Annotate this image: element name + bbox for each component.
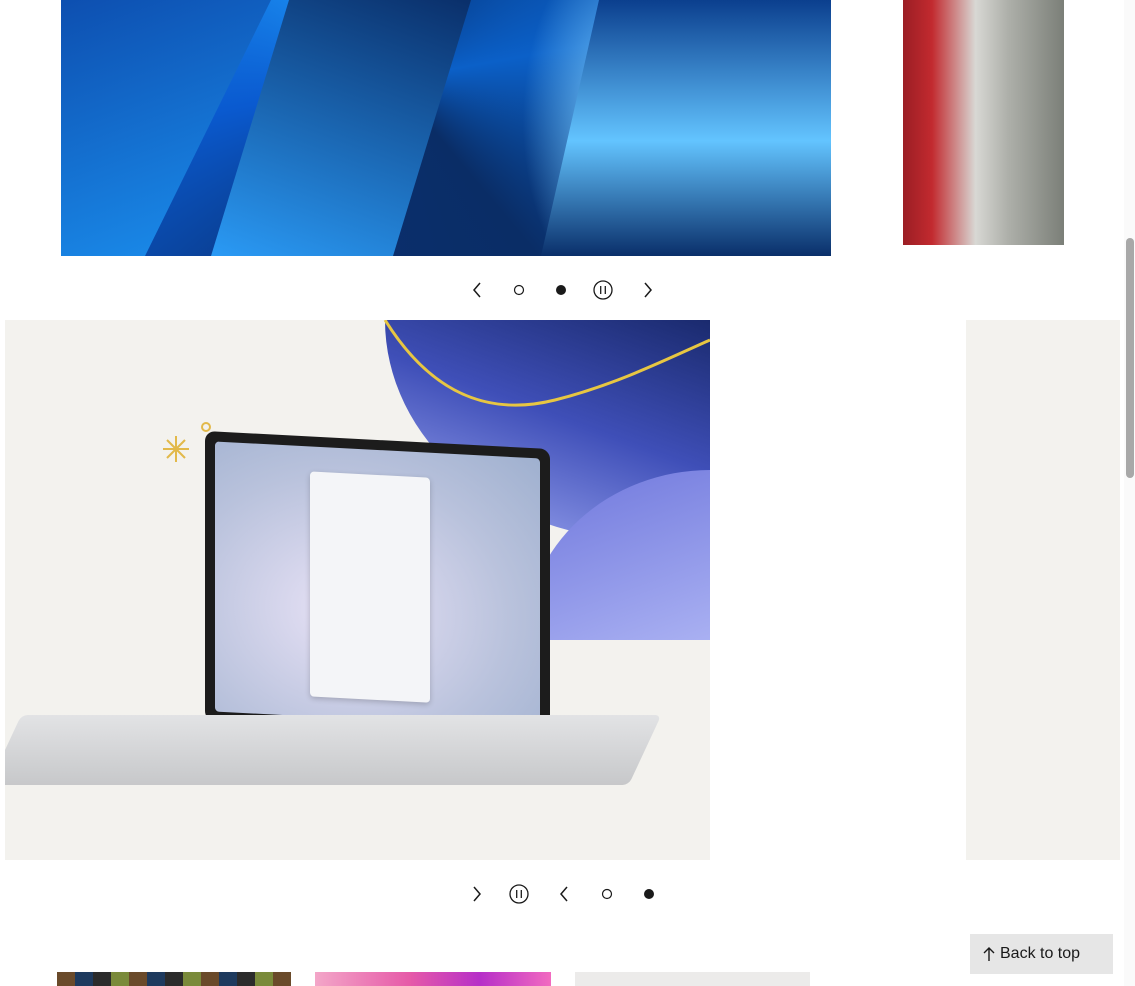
product-thumbnail[interactable] [575, 972, 810, 986]
back-to-top-label: Back to top [1000, 945, 1081, 962]
pause-button[interactable] [591, 278, 615, 302]
dot-filled-icon [556, 285, 566, 295]
decorative-gold-line [383, 320, 710, 407]
chevron-right-icon [644, 282, 652, 298]
dot-filled-icon [644, 889, 654, 899]
laptop-keyboard-deck [5, 715, 662, 785]
pause-icon [509, 884, 529, 904]
next-slide-button[interactable] [636, 278, 660, 302]
carousel-bottom-slide-image [5, 320, 710, 860]
carousel-bottom-next-slide-peek [966, 320, 1120, 860]
pause-button[interactable] [507, 882, 531, 906]
carousel-top-next-slide-peek [903, 0, 1064, 245]
pause-icon [593, 280, 613, 300]
slide-indicator-2[interactable] [637, 882, 661, 906]
chevron-right-icon [473, 886, 481, 902]
dot-outline-icon [513, 284, 525, 296]
slide-indicator-1[interactable] [507, 278, 531, 302]
next-slide-button[interactable] [465, 882, 489, 906]
games-collage-thumbnail[interactable] [57, 972, 291, 986]
colorful-abstract-thumbnail[interactable] [315, 972, 551, 986]
previous-slide-button[interactable] [465, 278, 489, 302]
slide-indicator-1[interactable] [595, 882, 619, 906]
dot-outline-icon [601, 888, 613, 900]
previous-slide-button[interactable] [552, 882, 576, 906]
scrollbar-thumb[interactable] [1126, 238, 1134, 478]
chevron-left-icon [560, 886, 568, 902]
back-to-top-button[interactable]: Back to top [970, 934, 1113, 974]
laptop-screen [205, 430, 550, 740]
chevron-left-icon [473, 282, 481, 298]
arrow-up-icon [983, 947, 995, 961]
slide-indicator-2[interactable] [549, 278, 573, 302]
carousel-top-slide-image [61, 0, 831, 256]
scrollbar-track[interactable] [1124, 0, 1135, 986]
start-menu [310, 471, 430, 703]
